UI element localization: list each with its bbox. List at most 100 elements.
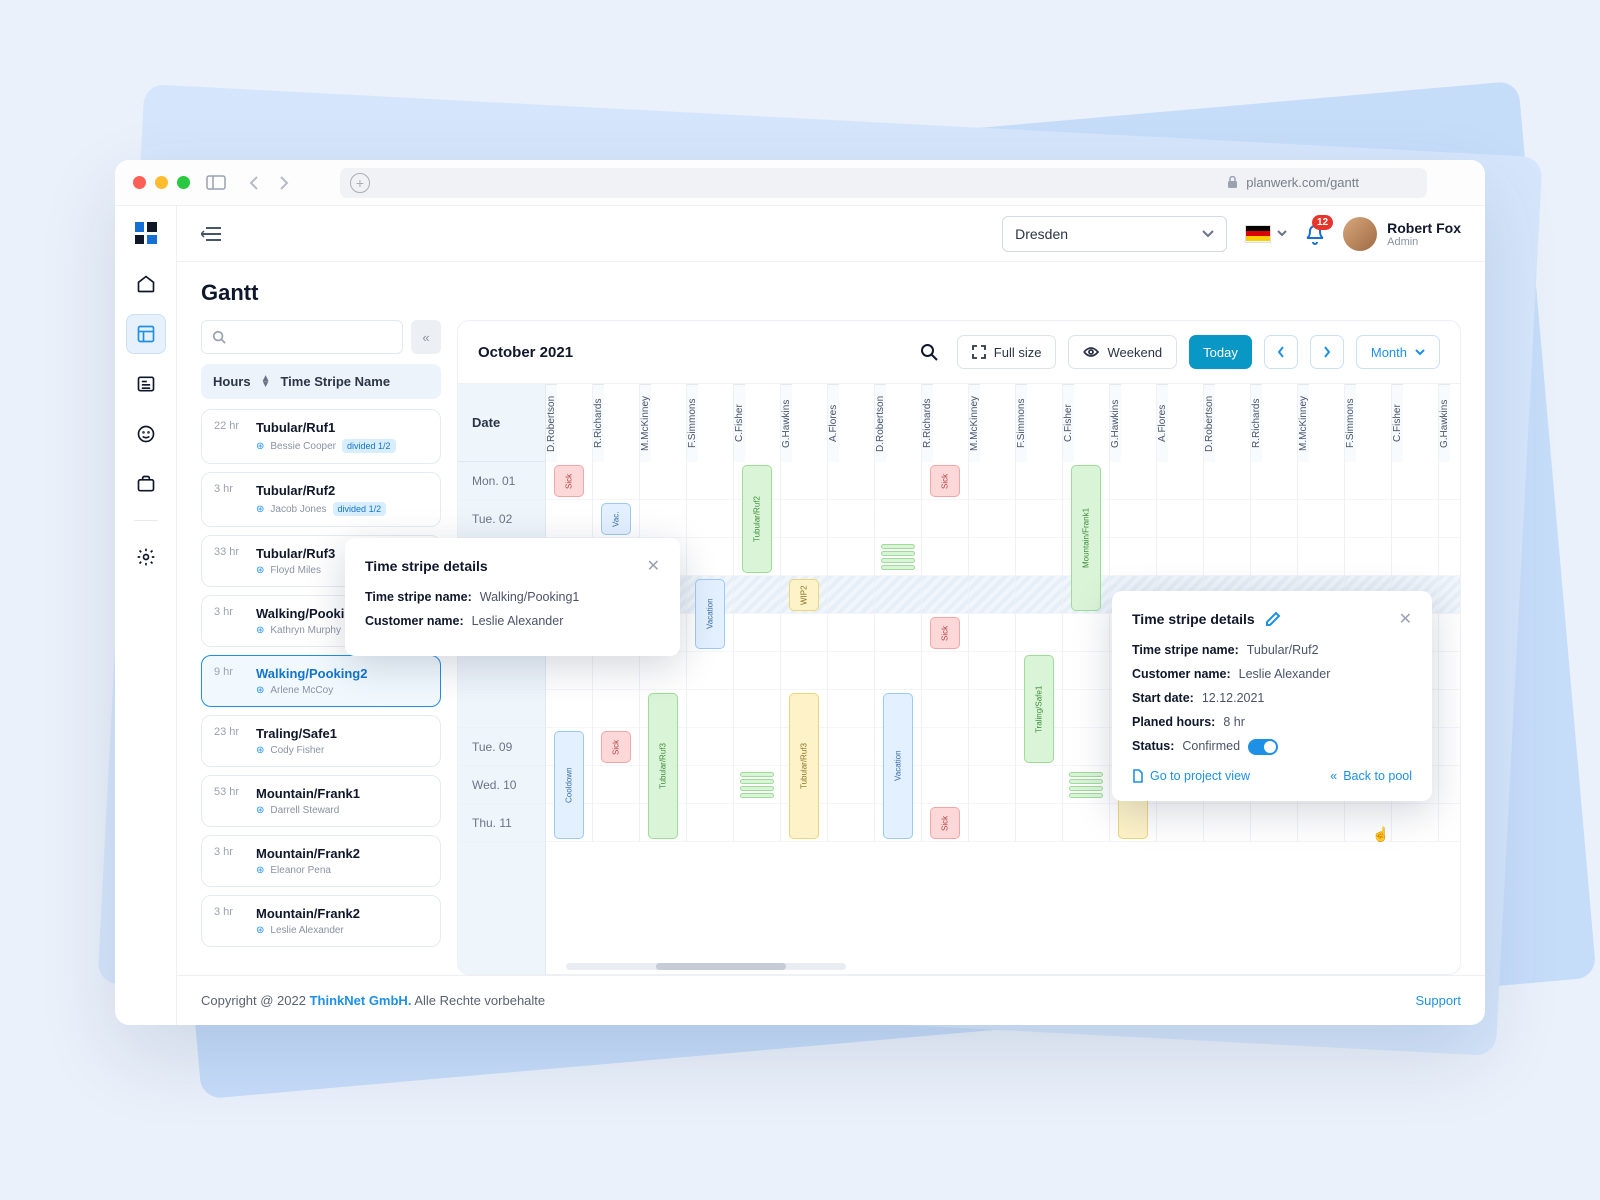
task-name: Mountain/Frank2: [256, 846, 428, 861]
h-scrollbar[interactable]: [566, 963, 846, 970]
date-cell: Wed. 10: [458, 766, 545, 804]
task-hours: 3 hr: [214, 906, 256, 918]
rail-gantt[interactable]: [126, 314, 166, 354]
popover-field-label: Customer name:: [365, 614, 464, 628]
task-chip: divided 1/2: [333, 502, 387, 516]
column-header: M.McKinney: [1298, 384, 1309, 462]
gantt-stack[interactable]: [881, 544, 915, 570]
column-header: F.Simmons: [687, 384, 698, 462]
url-bar[interactable]: + planwerk.com/gantt: [340, 168, 1427, 198]
popover-field-value: 12.12.2021: [1202, 691, 1265, 705]
close-icon[interactable]: ✕: [647, 556, 660, 576]
task-name: Walking/Pooking2: [256, 666, 428, 681]
task-card[interactable]: 3 hr Tubular/Ruf2 ⊛Jacob Jonesdivided 1/…: [201, 472, 441, 527]
gantt-bar[interactable]: Tubular/Ruf3: [789, 693, 819, 839]
go-project-link[interactable]: Go to project view: [1132, 769, 1250, 783]
task-name: Mountain/Frank1: [256, 786, 428, 801]
task-hours: 3 hr: [214, 483, 256, 495]
gantt-bar[interactable]: Tubular/Ruf3: [648, 693, 678, 839]
popover-title: Time stripe details: [1132, 611, 1255, 627]
rail-settings[interactable]: [126, 537, 166, 577]
prev-button[interactable]: [1264, 335, 1298, 369]
gantt-bar[interactable]: Mountain/Frank1: [1071, 465, 1101, 611]
gantt-bar[interactable]: Vacation: [883, 693, 913, 839]
gantt-bar[interactable]: Cooldown: [554, 731, 584, 839]
back-icon[interactable]: [242, 173, 266, 193]
traffic-lights: [133, 176, 190, 189]
column-header: D.Robertson: [1204, 384, 1215, 462]
gantt-bar[interactable]: Vacation: [695, 579, 725, 649]
menu-toggle-icon[interactable]: [201, 226, 223, 242]
column-header: C.Fisher: [1392, 384, 1403, 462]
task-card[interactable]: 3 hr Mountain/Frank2 ⊛Eleanor Pena: [201, 835, 441, 887]
sort-icon: ▲▼: [261, 376, 271, 388]
task-card[interactable]: 23 hr Traling/Safe1 ⊛Cody Fisher: [201, 715, 441, 767]
column-header: D.Robertson: [546, 384, 557, 462]
person-icon: ⊛: [256, 685, 264, 696]
today-button[interactable]: Today: [1189, 335, 1252, 369]
popover-title: Time stripe details: [365, 558, 488, 574]
column-header: R.Richards: [593, 384, 604, 462]
collapse-panel-button[interactable]: «: [411, 320, 441, 354]
date-cell: Thu. 11: [458, 804, 545, 842]
close-icon[interactable]: ✕: [1399, 609, 1412, 629]
resource-column: A.Flores: [828, 384, 875, 842]
document-icon: [1132, 769, 1144, 783]
forward-icon[interactable]: [272, 173, 296, 193]
gantt-bar[interactable]: Vac.: [601, 503, 631, 535]
chevron-down-icon: [1202, 230, 1214, 238]
task-hours: 22 hr: [214, 420, 256, 432]
task-card[interactable]: 53 hr Mountain/Frank1 ⊛Darrell Steward: [201, 775, 441, 827]
task-card[interactable]: 22 hr Tubular/Ruf1 ⊛Bessie Cooperdivided…: [201, 409, 441, 464]
view-select[interactable]: Month: [1356, 335, 1440, 369]
rail-news[interactable]: [126, 364, 166, 404]
edit-icon[interactable]: [1265, 611, 1281, 627]
page-title: Gantt: [177, 262, 1485, 320]
gantt-stack[interactable]: [1069, 772, 1103, 798]
gantt-bar[interactable]: Sick: [930, 465, 960, 497]
app-logo[interactable]: [135, 222, 157, 244]
footer-company[interactable]: ThinkNet GmbH.: [310, 993, 412, 1008]
task-person: Jacob Jones: [270, 504, 326, 515]
gantt-bar[interactable]: Tubular/Ruf2: [742, 465, 772, 573]
location-value: Dresden: [1015, 226, 1068, 242]
task-card[interactable]: 9 hr Walking/Pooking2 ⊛Arlene McCoy: [201, 655, 441, 707]
back-pool-link[interactable]: « Back to pool: [1330, 769, 1412, 783]
gantt-bar[interactable]: Traling/Safe1: [1024, 655, 1054, 763]
rail-home[interactable]: [126, 264, 166, 304]
minimize-dot[interactable]: [155, 176, 168, 189]
sidebar-toggle-icon[interactable]: [204, 173, 228, 193]
popover-field-label: Start date:: [1132, 691, 1194, 705]
column-header: M.McKinney: [969, 384, 980, 462]
task-card[interactable]: 3 hr Mountain/Frank2 ⊛Leslie Alexander: [201, 895, 441, 947]
fullsize-button[interactable]: Full size: [957, 335, 1057, 369]
close-dot[interactable]: [133, 176, 146, 189]
browser-chrome: + planwerk.com/gantt: [115, 160, 1485, 206]
resource-column: F.Simmons: [1016, 384, 1063, 842]
gantt-bar[interactable]: Sick: [930, 807, 960, 839]
gantt-bar[interactable]: Sick: [601, 731, 631, 763]
gantt-bar[interactable]: WIP2: [789, 579, 819, 611]
notifications-button[interactable]: 12: [1305, 223, 1325, 245]
gantt-bar[interactable]: Sick: [554, 465, 584, 497]
gantt-search-button[interactable]: [913, 336, 945, 368]
gantt-bar[interactable]: Sick: [930, 617, 960, 649]
location-select[interactable]: Dresden: [1002, 216, 1227, 252]
gantt-stack[interactable]: [740, 772, 774, 798]
rail-emoji[interactable]: [126, 414, 166, 454]
column-header: F.Simmons: [1016, 384, 1027, 462]
column-header: G.Hawkins: [1110, 384, 1121, 462]
status-toggle[interactable]: [1248, 739, 1278, 755]
popover-field-value: Walking/Pooking1: [480, 590, 580, 604]
search-input[interactable]: [201, 320, 403, 354]
new-tab-icon[interactable]: +: [350, 173, 370, 193]
user-menu[interactable]: Robert Fox Admin: [1343, 217, 1461, 251]
language-select[interactable]: [1245, 225, 1287, 243]
weekend-button[interactable]: Weekend: [1068, 335, 1177, 369]
rail-briefcase[interactable]: [126, 464, 166, 504]
support-link[interactable]: Support: [1415, 993, 1461, 1008]
maximize-dot[interactable]: [177, 176, 190, 189]
sort-bar[interactable]: Hours ▲▼ Time Stripe Name: [201, 364, 441, 399]
next-button[interactable]: [1310, 335, 1344, 369]
gantt-month-title: October 2021: [478, 344, 573, 361]
